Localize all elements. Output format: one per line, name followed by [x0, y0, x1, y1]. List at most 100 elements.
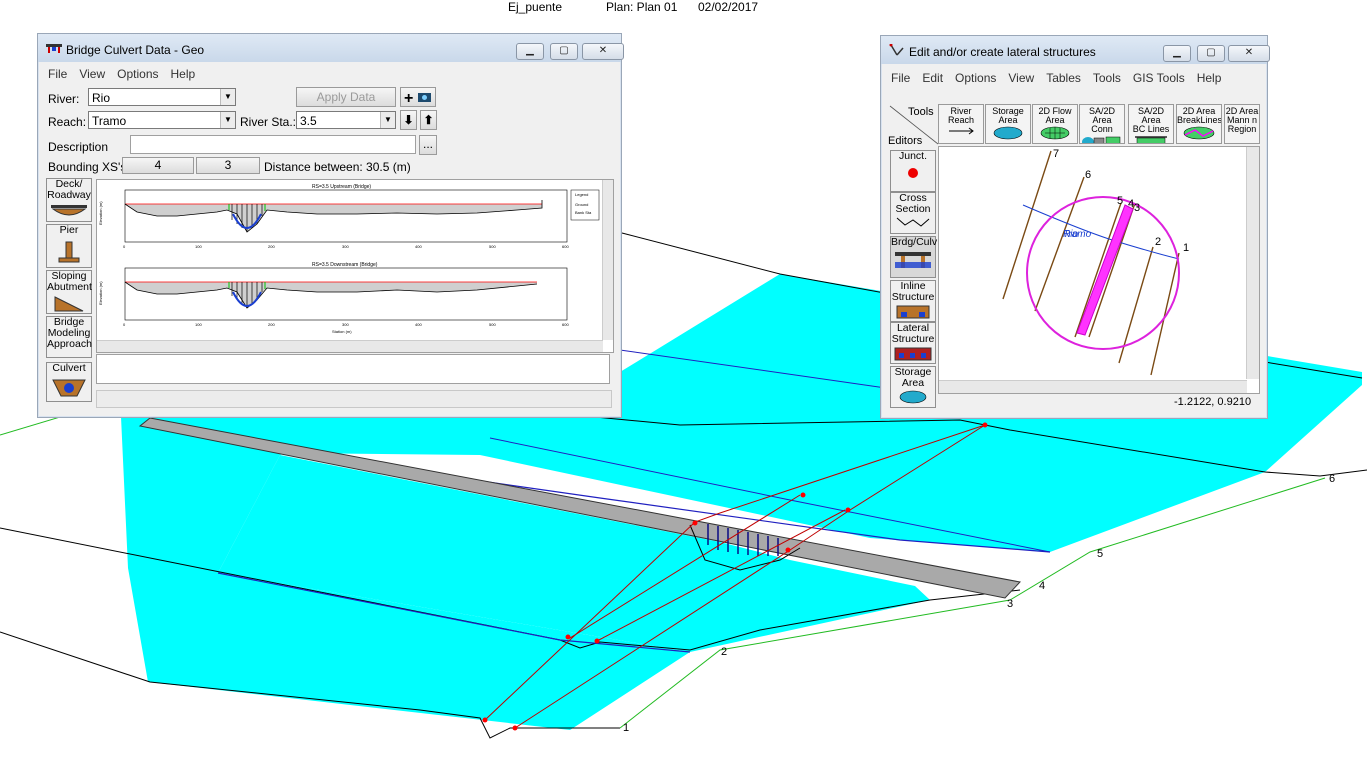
cross-label-2: Section [895, 203, 931, 215]
downstream-xlabel: Station (m) [332, 329, 352, 334]
cross-section-plots: RS=3.5 Upstream (Bridge) Elevation (m) L… [98, 184, 600, 334]
menu-view[interactable]: View [1002, 68, 1040, 85]
plot-vertical-scrollbar[interactable] [602, 180, 613, 340]
lateral-structure-icon [894, 347, 932, 361]
menu-options[interactable]: Options [949, 68, 1002, 85]
description-input[interactable] [130, 135, 416, 154]
pier-button[interactable]: Pier [46, 224, 92, 268]
storage-editor-label-2: Area [901, 377, 925, 389]
river-select[interactable]: Rio ▼ [88, 88, 236, 106]
bounding-xs-upstream[interactable]: 4 [122, 157, 194, 174]
river-sta-select[interactable]: 3.5 ▼ [296, 111, 396, 129]
arrow-right-icon [949, 127, 974, 135]
tool-storage-area[interactable]: Storage Area [985, 104, 1031, 144]
close-button[interactable]: ✕ [1228, 45, 1270, 62]
bridge-window-title: Bridge Culvert Data - Geo [66, 43, 205, 57]
river-reach-label-2: Reach [947, 115, 974, 125]
lateral-app-icon [889, 44, 904, 56]
tool-river-reach[interactable]: River Reach [938, 104, 984, 144]
bridge-window-titlebar[interactable]: Bridge Culvert Data - Geo ▁ ▢ ✕ [38, 34, 624, 62]
tool-2d-break-lines[interactable]: 2D Area BreakLines [1176, 104, 1222, 144]
xs-label-6: 6 [1329, 473, 1335, 485]
description-more-button[interactable]: ... [419, 135, 437, 155]
storage-area-icon [993, 126, 1023, 140]
bridge-app-icon [46, 44, 62, 53]
map-xs-2: 2 [1155, 236, 1161, 248]
close-button[interactable]: ✕ [582, 43, 624, 60]
menu-file[interactable]: File [42, 64, 73, 81]
tool-sa-2d-conn[interactable]: SA/2D Area Conn [1079, 104, 1125, 144]
menu-edit[interactable]: Edit [916, 68, 949, 85]
downstream-ground-fill [125, 282, 537, 308]
lateral-window-titlebar[interactable]: Edit and/or create lateral structures ▁ … [881, 36, 1270, 64]
geometry-map-canvas[interactable]: 7 6 5 4 3 2 1 Tramo Rio [938, 146, 1260, 394]
x-tick-200: 200 [268, 244, 275, 249]
break-lines-label-2: BreakLines [1177, 115, 1222, 125]
minimize-button[interactable]: ▁ [516, 43, 544, 60]
cross-section-icon [896, 217, 930, 227]
apply-data-button[interactable]: Apply Data [296, 87, 396, 107]
deck-roadway-button[interactable]: Deck/ Roadway [46, 178, 92, 222]
culvert-button[interactable]: Culvert [46, 362, 92, 402]
break-lines-icon [1183, 126, 1215, 140]
menu-gis-tools[interactable]: GIS Tools [1127, 68, 1191, 85]
bridge-notes-box[interactable] [96, 354, 610, 384]
map-river-label: Rio [1063, 229, 1078, 240]
distance-between: Distance between: 30.5 (m) [264, 160, 411, 174]
maximize-button[interactable]: ▢ [550, 43, 578, 60]
pier-icon [58, 241, 80, 263]
pier-label: Pier [59, 224, 79, 236]
xs-label-2: 2 [721, 646, 727, 658]
bridge-status-bar [96, 390, 612, 408]
bc-lines-label-1: SA/2D Area [1137, 106, 1164, 125]
map-xs-3: 3 [1134, 202, 1140, 214]
menu-help[interactable]: Help [165, 64, 202, 81]
bridge-modeling-approach-button[interactable]: Bridge Modeling Approach [46, 316, 92, 358]
sloping-abutment-button[interactable]: Sloping Abutment [46, 270, 92, 314]
upstream-ground-fill [125, 204, 542, 232]
xs-label-1: 1 [623, 722, 629, 734]
menu-view[interactable]: View [73, 64, 111, 81]
storage-tab-label-2: Area [998, 115, 1018, 125]
x-tick-100-lower: 100 [195, 322, 202, 327]
maximize-button[interactable]: ▢ [1197, 45, 1225, 62]
bounding-xs-downstream[interactable]: 3 [196, 157, 260, 174]
reach-select[interactable]: Tramo ▼ [88, 111, 236, 129]
minimize-button[interactable]: ▁ [1163, 45, 1191, 62]
sa-conn-label-1: SA/2D Area [1088, 106, 1115, 125]
editor-bridge-culvert[interactable]: Brdg/Culv [890, 236, 937, 278]
tool-sa-2d-bc-lines[interactable]: SA/2D Area BC Lines [1128, 104, 1174, 144]
previous-station-button[interactable]: ⬇ [400, 110, 417, 130]
river-sta-label: River Sta.: [240, 115, 297, 129]
page-header: Ej_puente Plan: Plan 01 02/02/2017 [0, 0, 1367, 16]
menu-options[interactable]: Options [111, 64, 164, 81]
add-bridge-button[interactable]: + [400, 87, 436, 107]
menu-tables[interactable]: Tables [1040, 68, 1087, 85]
bc-lines-label-2: BC Lines [1132, 124, 1170, 134]
map-horizontal-scrollbar[interactable] [939, 380, 1247, 393]
map-vertical-scrollbar[interactable] [1246, 147, 1259, 379]
editor-storage-area[interactable]: Storage Area [890, 366, 936, 408]
editor-inline-structure[interactable]: Inline Structure [890, 280, 936, 322]
junction-icon [908, 168, 918, 178]
tool-2d-mann-region[interactable]: 2D Area Mann n Region [1224, 104, 1260, 144]
tool-2d-flow-area[interactable]: 2D Flow Area [1032, 104, 1078, 144]
plot-horizontal-scrollbar[interactable] [97, 340, 603, 352]
deck-label-2: Roadway [47, 189, 91, 201]
reach-value: Tramo [92, 114, 127, 128]
menu-tools[interactable]: Tools [1087, 68, 1127, 85]
editor-cross-section[interactable]: Cross Section [890, 192, 936, 234]
menu-help[interactable]: Help [1191, 68, 1228, 85]
next-station-button[interactable]: ⬆ [420, 110, 437, 130]
flow-area-label-2: Area [1045, 115, 1065, 125]
legend-title: Legend [575, 192, 588, 197]
map-river-centerline [1022, 204, 1180, 260]
tools-editors-divider [889, 105, 939, 145]
xs-label-5: 5 [1097, 548, 1103, 560]
editor-lateral-structure[interactable]: Lateral Structure [890, 322, 936, 364]
map-cross-sections [1002, 150, 1180, 376]
menu-file[interactable]: File [885, 68, 916, 85]
x-tick-0-lower: 0 [123, 322, 126, 327]
downstream-title: RS=3.5 Downstream (Bridge) [312, 262, 378, 268]
editor-junction[interactable]: Junct. [890, 150, 936, 192]
